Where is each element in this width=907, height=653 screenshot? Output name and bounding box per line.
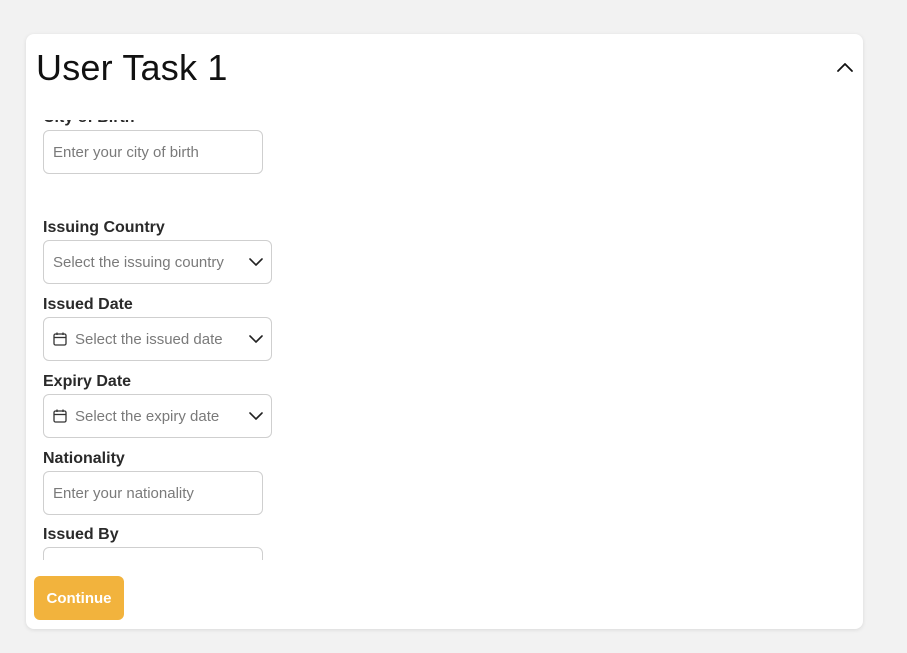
city-of-birth-field: City of Birth	[43, 120, 293, 174]
city-of-birth-label: City of Birth	[43, 120, 293, 129]
user-task-card: User Task 1 City of Birth Issuing Countr…	[26, 34, 863, 629]
expiry-date-field: Expiry Date Select the expiry date	[43, 371, 293, 438]
issued-by-label: Issued By	[43, 526, 119, 543]
chevron-up-icon	[837, 63, 853, 72]
form-scroll-area[interactable]: City of Birth Issuing Country Select the…	[43, 120, 293, 560]
calendar-icon	[53, 332, 67, 346]
issued-date-placeholder: Select the issued date	[75, 330, 223, 348]
nationality-input-wrapper[interactable]	[43, 471, 263, 515]
calendar-icon	[53, 409, 67, 423]
collapse-button[interactable]	[833, 56, 857, 80]
issued-date-picker[interactable]: Select the issued date	[43, 317, 272, 361]
issued-date-label: Issued Date	[43, 296, 133, 313]
nationality-input[interactable]	[44, 484, 262, 502]
expiry-date-placeholder: Select the expiry date	[75, 407, 220, 425]
chevron-down-icon	[249, 335, 263, 343]
issuing-country-label: Issuing Country	[43, 219, 165, 236]
chevron-down-icon	[249, 412, 263, 420]
issued-by-input-wrapper[interactable]	[43, 547, 263, 560]
continue-button[interactable]: Continue	[34, 576, 124, 620]
city-of-birth-input[interactable]	[44, 143, 262, 161]
nationality-label: Nationality	[43, 450, 125, 467]
nationality-field: Nationality	[43, 448, 293, 515]
expiry-date-label: Expiry Date	[43, 373, 132, 390]
card-title: User Task 1	[36, 47, 228, 88]
issued-by-field: Issued By	[43, 524, 293, 560]
city-of-birth-input-wrapper[interactable]	[43, 130, 263, 174]
issued-date-field: Issued Date Select the issued date	[43, 294, 293, 361]
chevron-down-icon	[249, 258, 263, 266]
issuing-country-select[interactable]: Select the issuing country	[43, 240, 272, 284]
issuing-country-field: Issuing Country Select the issuing count…	[43, 217, 293, 284]
issuing-country-placeholder: Select the issuing country	[53, 253, 224, 271]
expiry-date-picker[interactable]: Select the expiry date	[43, 394, 272, 438]
